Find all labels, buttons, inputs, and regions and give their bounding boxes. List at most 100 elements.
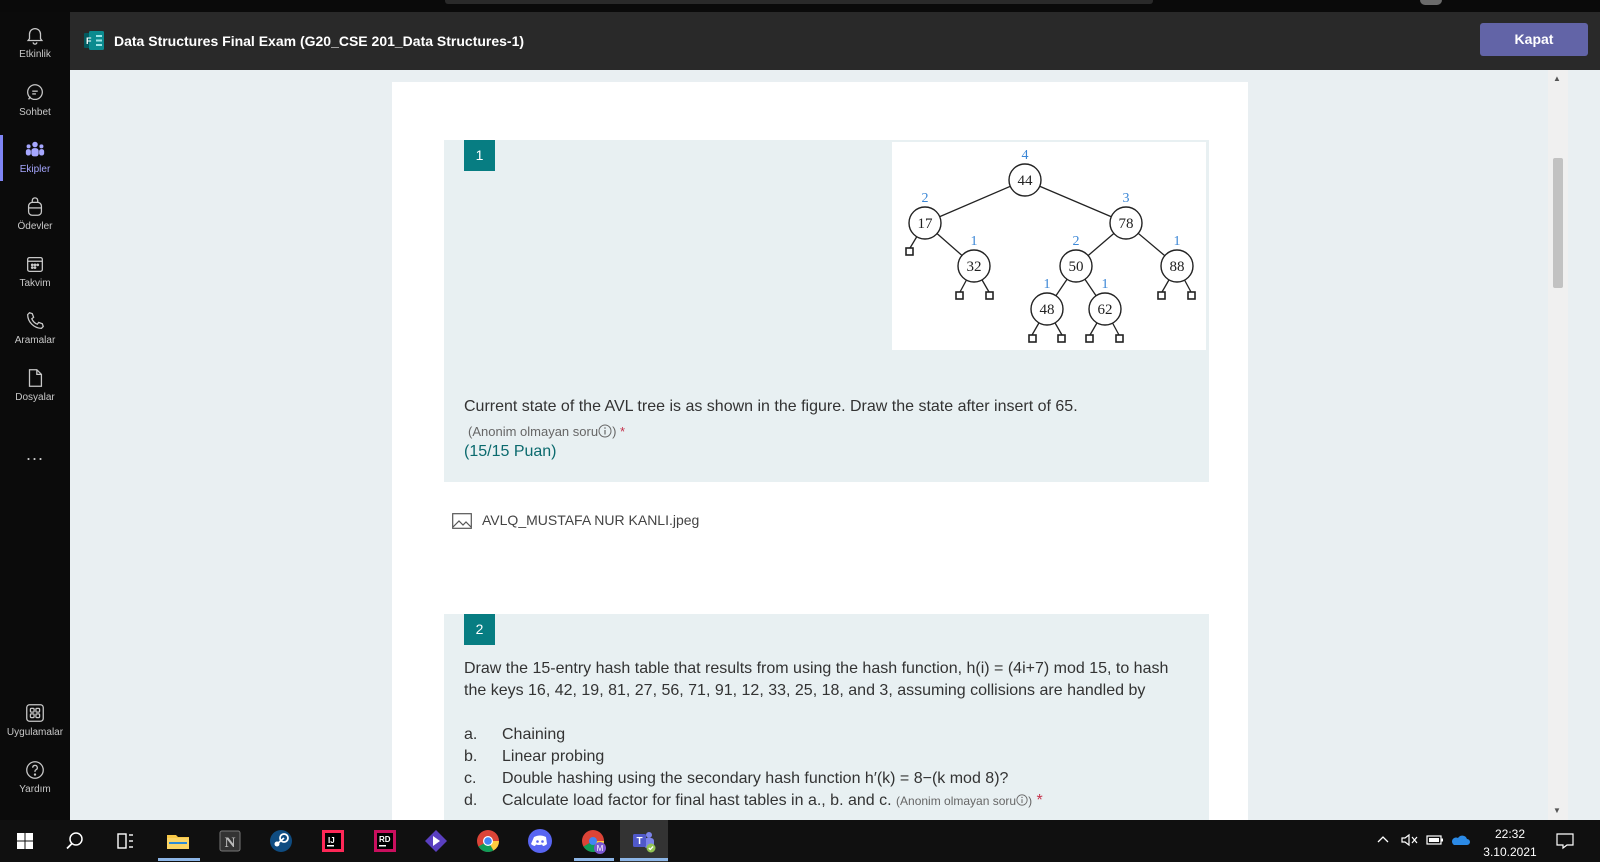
svg-text:N: N bbox=[225, 835, 236, 851]
rail-item-teams[interactable]: Ekipler bbox=[0, 131, 70, 185]
scrollbar-thumb[interactable] bbox=[1553, 158, 1563, 288]
rail-label: Dosyalar bbox=[15, 392, 55, 403]
search-icon[interactable] bbox=[60, 826, 90, 856]
speaker-muted-icon[interactable] bbox=[1400, 832, 1418, 848]
question-option: d. Calculate load factor for final hast t… bbox=[464, 790, 1043, 812]
steam-icon[interactable] bbox=[266, 826, 296, 856]
rail-item-activity[interactable]: Etkinlik bbox=[0, 16, 70, 70]
svg-text:RD: RD bbox=[379, 835, 391, 844]
image-icon bbox=[452, 513, 472, 530]
taskbar: N IJ RD M T 22:32 3.10.2021 bbox=[0, 820, 1600, 862]
rail-label: Etkinlik bbox=[19, 49, 51, 60]
rail-label: Ödevler bbox=[17, 221, 53, 232]
rail-item-assignments[interactable]: Ödevler bbox=[0, 188, 70, 242]
rail-item-chat[interactable]: Sohbet bbox=[0, 74, 70, 128]
svg-text:T: T bbox=[636, 836, 642, 847]
explorer-running-indicator bbox=[158, 858, 200, 861]
tree-height-label: 1 bbox=[1174, 234, 1181, 249]
tree-height-label: 2 bbox=[1073, 234, 1080, 249]
chrome-profile-icon[interactable]: M bbox=[578, 826, 608, 856]
file-icon bbox=[28, 369, 43, 387]
forms-icon: F bbox=[84, 31, 104, 50]
option-letter: a. bbox=[464, 726, 478, 743]
help-icon bbox=[26, 761, 44, 779]
uploaded-file[interactable]: AVLQ_MUSTAFA NUR KANLI.jpeg bbox=[452, 512, 700, 530]
tree-node: 62 bbox=[1098, 302, 1113, 318]
option-text: Double hashing using the secondary hash … bbox=[502, 770, 1009, 787]
scrollbar[interactable]: ▲ ▼ bbox=[1548, 70, 1568, 820]
info-icon[interactable] bbox=[598, 424, 612, 438]
discord-icon[interactable] bbox=[525, 826, 555, 856]
required-marker: * bbox=[1036, 792, 1043, 809]
option-letter: c. bbox=[464, 770, 477, 787]
apps-icon bbox=[26, 704, 44, 722]
question-number: 2 bbox=[464, 614, 495, 645]
media-player-icon[interactable] bbox=[421, 826, 451, 856]
question-option: b. Linear probing bbox=[464, 746, 604, 768]
rail-label: Uygulamalar bbox=[6, 727, 64, 738]
teams-taskbar-icon[interactable]: T bbox=[629, 826, 659, 856]
anonymity-note: (Anonim olmayan soru) * bbox=[468, 424, 625, 439]
question-option: c. Double hashing using the secondary has… bbox=[464, 768, 1008, 790]
info-icon[interactable] bbox=[1016, 794, 1028, 806]
form-card: 1 44 17 78 32 50 88 48 62 4 2 3 1 2 1 1 … bbox=[392, 82, 1248, 820]
anonymity-close: ) bbox=[612, 424, 617, 439]
tree-node: 32 bbox=[967, 259, 982, 275]
notifications-icon[interactable] bbox=[1555, 831, 1575, 851]
backpack-icon bbox=[27, 197, 43, 216]
question-option: a. Chaining bbox=[464, 724, 565, 746]
anonymity-close: ) bbox=[1028, 794, 1033, 808]
teams-icon bbox=[25, 141, 45, 157]
tree-height-label: 1 bbox=[1044, 277, 1051, 292]
windows-start-icon[interactable] bbox=[10, 826, 40, 856]
tree-node: 88 bbox=[1170, 259, 1185, 275]
calendar-icon bbox=[27, 256, 43, 272]
option-text: Chaining bbox=[502, 726, 566, 743]
app-header: F Data Structures Final Exam (G20_CSE 20… bbox=[70, 12, 1600, 70]
svg-text:IJ: IJ bbox=[328, 836, 335, 845]
tree-node: 44 bbox=[1018, 173, 1034, 189]
window-drag-bar[interactable] bbox=[445, 0, 1153, 4]
option-text: Linear probing bbox=[502, 748, 605, 765]
rail-label: Yardım bbox=[19, 784, 51, 795]
file-explorer-icon[interactable] bbox=[163, 826, 193, 856]
option-text: Calculate load factor for final hast tab… bbox=[502, 792, 892, 809]
question-text: Current state of the AVL tree is as show… bbox=[464, 398, 1078, 415]
svg-text:F: F bbox=[86, 36, 92, 46]
intellij-icon[interactable]: IJ bbox=[318, 826, 348, 856]
tree-node: 48 bbox=[1040, 302, 1055, 318]
chevron-up-icon[interactable] bbox=[1376, 833, 1390, 847]
rail-item-apps[interactable]: Uygulamalar bbox=[0, 694, 70, 748]
system-clock[interactable]: 22:32 3.10.2021 bbox=[1480, 825, 1540, 861]
battery-icon[interactable] bbox=[1426, 833, 1444, 847]
rail-item-files[interactable]: Dosyalar bbox=[0, 359, 70, 413]
chrome-icon[interactable] bbox=[473, 826, 503, 856]
task-view-icon[interactable] bbox=[110, 826, 140, 856]
onedrive-icon[interactable] bbox=[1450, 833, 1470, 847]
right-gutter bbox=[1568, 70, 1600, 820]
tree-height-label: 1 bbox=[1102, 277, 1109, 292]
avatar[interactable] bbox=[1420, 0, 1442, 5]
rider-icon[interactable]: RD bbox=[370, 826, 400, 856]
file-name: AVLQ_MUSTAFA NUR KANLI.jpeg bbox=[482, 512, 700, 528]
page-title: Data Structures Final Exam (G20_CSE 201_… bbox=[114, 33, 525, 49]
avl-tree-figure: 44 17 78 32 50 88 48 62 4 2 3 1 2 1 1 1 bbox=[892, 142, 1206, 350]
teams-running-indicator bbox=[620, 858, 668, 861]
rail-item-help[interactable]: Yardım bbox=[0, 751, 70, 805]
question-number: 1 bbox=[464, 140, 495, 171]
rail-item-calendar[interactable]: Takvim bbox=[0, 245, 70, 299]
chrome-running-indicator bbox=[574, 858, 614, 861]
tree-node: 50 bbox=[1069, 259, 1084, 275]
more-apps-button[interactable]: ... bbox=[0, 444, 70, 465]
rail-item-calls[interactable]: Aramalar bbox=[0, 302, 70, 356]
notion-icon[interactable]: N bbox=[215, 826, 245, 856]
svg-text:M: M bbox=[597, 844, 604, 853]
scroll-down-icon[interactable]: ▼ bbox=[1553, 806, 1561, 815]
rail-label: Sohbet bbox=[19, 107, 51, 118]
rail-label: Takvim bbox=[19, 278, 51, 289]
question-text: Draw the 15-entry hash table that result… bbox=[464, 660, 1169, 699]
rail-label: Ekipler bbox=[19, 164, 51, 175]
close-button[interactable]: Kapat bbox=[1480, 23, 1588, 56]
required-marker: * bbox=[620, 424, 626, 439]
scroll-up-icon[interactable]: ▲ bbox=[1553, 74, 1561, 83]
